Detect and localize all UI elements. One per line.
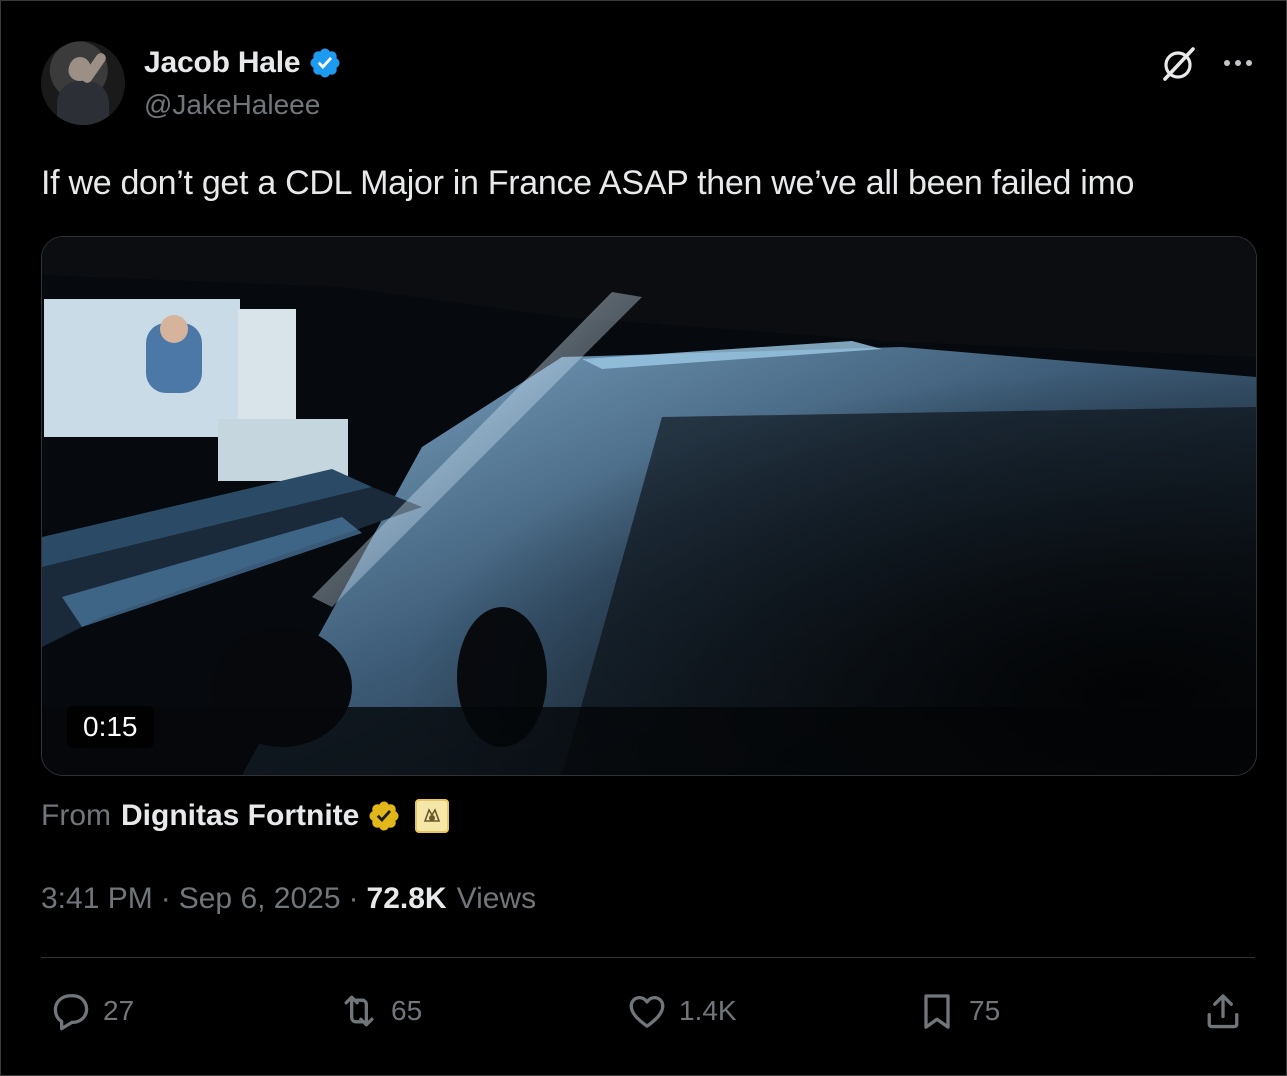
- share-button[interactable]: [1201, 989, 1245, 1033]
- meta-separator: ·: [348, 882, 359, 915]
- meta-separator: ·: [160, 882, 171, 915]
- heart-icon: [629, 995, 665, 1028]
- video-thumbnail: [42, 237, 1256, 775]
- affiliate-logo-icon[interactable]: [415, 799, 450, 833]
- avatar-figure-body: [57, 81, 109, 125]
- tweet-card: Jacob Hale @JakeHaleee If we don’t get a…: [0, 0, 1287, 1076]
- reply-count: 27: [103, 995, 135, 1026]
- repost-icon: [344, 995, 374, 1027]
- author-avatar[interactable]: [41, 41, 125, 125]
- bookmark-count: 75: [969, 995, 1001, 1026]
- source-prefix: From: [41, 799, 111, 832]
- tweet-text: If we don’t get a CDL Major in France AS…: [41, 164, 1135, 202]
- bookmark-button[interactable]: 75: [915, 989, 1000, 1033]
- author-display-name[interactable]: Jacob Hale: [144, 46, 301, 80]
- author-name-row: Jacob Hale: [144, 45, 342, 81]
- tweet-metadata: 3:41 PM · Sep 6, 2025 · 72.8K Views: [41, 879, 536, 919]
- video-player[interactable]: [41, 236, 1257, 776]
- video-duration-badge: 0:15: [67, 706, 154, 748]
- verified-badge-icon: [310, 48, 340, 78]
- source-name-link[interactable]: Dignitas Fortnite: [121, 799, 359, 833]
- author-handle[interactable]: @JakeHaleee: [144, 89, 320, 121]
- reply-button[interactable]: 27: [49, 989, 134, 1033]
- repost-button[interactable]: 65: [337, 989, 422, 1033]
- gold-verified-badge-icon: [369, 801, 399, 831]
- reply-icon: [53, 994, 89, 1031]
- tweet-date[interactable]: Sep 6, 2025: [179, 882, 341, 916]
- tweet-time[interactable]: 3:41 PM: [41, 882, 153, 916]
- more-icon[interactable]: [1221, 51, 1255, 75]
- share-icon: [1207, 994, 1239, 1029]
- views-label: Views: [456, 882, 537, 915]
- divider: [41, 957, 1255, 958]
- source-attribution: From Dignitas Fortnite: [41, 795, 450, 837]
- views-count: 72.8K: [366, 882, 447, 915]
- like-button[interactable]: 1.4K: [625, 989, 737, 1033]
- bookmark-icon: [924, 994, 950, 1029]
- repost-count: 65: [391, 995, 423, 1026]
- like-count: 1.4K: [679, 995, 737, 1026]
- grok-icon[interactable]: [1159, 45, 1197, 83]
